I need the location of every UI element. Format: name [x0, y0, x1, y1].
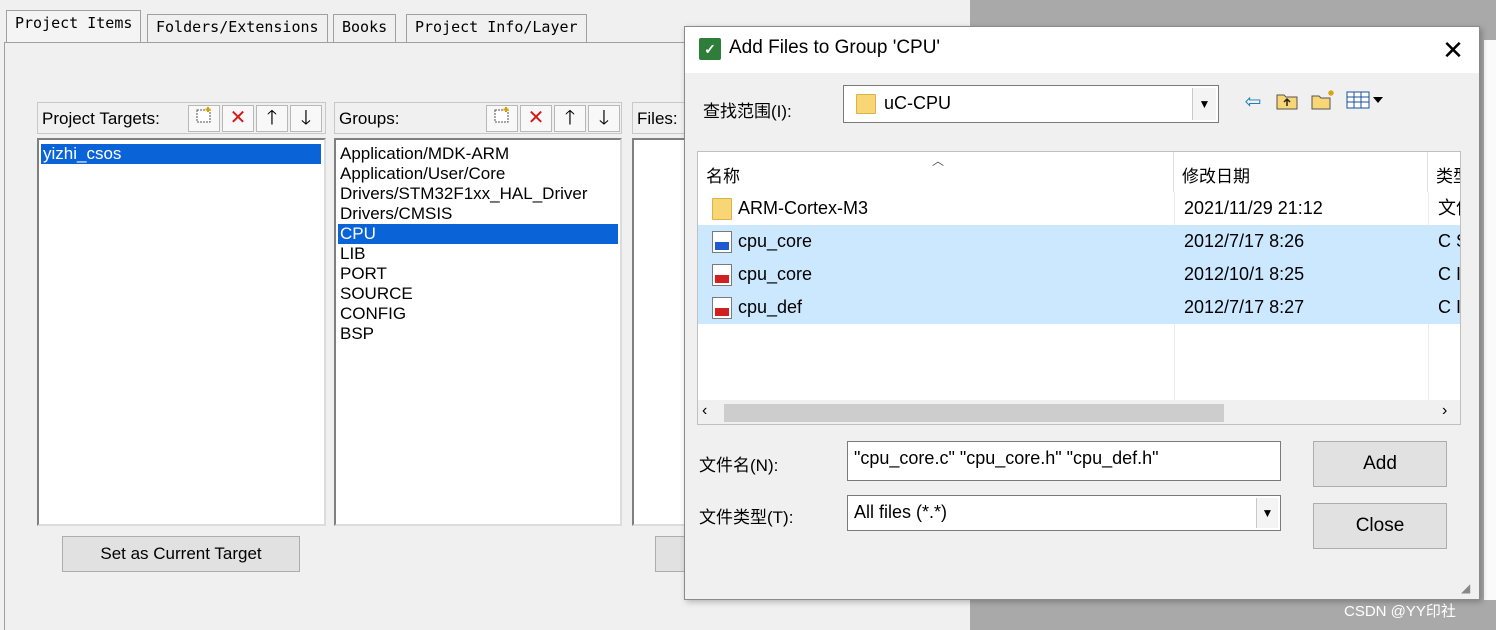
- group-item[interactable]: Application/MDK-ARM: [338, 144, 618, 164]
- column-type-header[interactable]: 类型: [1428, 152, 1460, 192]
- resize-grip-icon[interactable]: ◢: [1461, 581, 1470, 595]
- move-down-icon[interactable]: 🡓: [588, 105, 620, 132]
- file-type: 文件: [1438, 198, 1460, 218]
- sort-ascending-icon: ︿: [932, 154, 945, 168]
- file-type: C S: [1438, 231, 1460, 251]
- file-type: C I: [1438, 297, 1461, 317]
- group-item[interactable]: LIB: [338, 244, 618, 264]
- file-row-selected[interactable]: cpu_core 2012/10/1 8:25 C I: [698, 258, 1461, 291]
- file-row-selected[interactable]: cpu_core 2012/7/17 8:26 C S: [698, 225, 1460, 258]
- close-icon[interactable]: ✕: [1435, 33, 1471, 67]
- scroll-right-icon[interactable]: ›: [1442, 402, 1447, 420]
- add-files-dialog: ✓ Add Files to Group 'CPU' ✕ 查找范围(I): uC…: [684, 26, 1480, 600]
- group-item-selected[interactable]: CPU: [338, 224, 618, 244]
- targets-header-label: Project Targets:: [42, 109, 160, 128]
- column-date-header[interactable]: 修改日期: [1174, 152, 1428, 192]
- folder-icon: [856, 94, 876, 114]
- chevron-down-icon[interactable]: ▼: [1256, 498, 1278, 528]
- group-item[interactable]: PORT: [338, 264, 618, 284]
- file-name: cpu_def: [738, 297, 803, 317]
- file-name: ARM-Cortex-M3: [738, 198, 869, 218]
- delete-icon[interactable]: ✕: [520, 105, 552, 132]
- tab-project-items[interactable]: Project Items: [6, 10, 142, 43]
- column-name-label: 名称: [706, 167, 740, 186]
- files-header: Files:: [632, 102, 692, 134]
- c-file-icon: [712, 231, 732, 253]
- group-item[interactable]: Application/User/Core: [338, 164, 618, 184]
- group-item[interactable]: Drivers/STM32F1xx_HAL_Driver: [338, 184, 618, 204]
- group-item[interactable]: SOURCE: [338, 284, 618, 304]
- back-icon[interactable]: ⇦: [1239, 89, 1267, 115]
- move-down-icon[interactable]: 🡓: [290, 105, 322, 132]
- watermark: CSDN @YY印社: [1344, 603, 1456, 620]
- close-button[interactable]: Close: [1313, 503, 1447, 549]
- look-in-value: uC-CPU: [884, 93, 952, 113]
- add-button[interactable]: Add: [1313, 441, 1447, 487]
- group-item[interactable]: CONFIG: [338, 304, 618, 324]
- tab-folders-extensions[interactable]: Folders/Extensions: [147, 14, 328, 42]
- keil-icon: ✓: [699, 38, 721, 60]
- group-item[interactable]: Drivers/CMSIS: [338, 204, 618, 224]
- groups-list[interactable]: Application/MDK-ARM Application/User/Cor…: [334, 138, 622, 526]
- folder-icon: [712, 198, 732, 220]
- filetype-combo[interactable]: All files (*.*) ▼: [847, 495, 1281, 531]
- file-type: C I: [1438, 264, 1461, 284]
- column-date-label: 修改日期: [1182, 167, 1250, 186]
- filename-label: 文件名(N):: [699, 456, 779, 475]
- filetype-value: All files (*.*): [854, 502, 948, 522]
- target-item[interactable]: yizhi_csos: [41, 144, 321, 164]
- group-item[interactable]: BSP: [338, 324, 618, 344]
- file-date: 2012/10/1 8:25: [1184, 264, 1305, 284]
- filetype-label: 文件类型(T):: [699, 508, 794, 527]
- chevron-down-icon[interactable]: ▼: [1192, 88, 1216, 120]
- file-date: 2012/7/17 8:27: [1184, 297, 1305, 317]
- h-file-icon: [712, 297, 732, 319]
- file-date: 2021/11/29 21:12: [1184, 198, 1323, 218]
- dialog-titlebar[interactable]: ✓ Add Files to Group 'CPU' ✕: [685, 27, 1479, 73]
- file-row[interactable]: ARM-Cortex-M3 2021/11/29 21:12 文件: [698, 192, 1460, 225]
- dialog-title: Add Files to Group 'CPU': [729, 37, 941, 58]
- h-file-icon: [712, 264, 732, 286]
- tab-project-info[interactable]: Project Info/Layer: [406, 14, 587, 42]
- groups-header-label: Groups:: [339, 109, 400, 128]
- new-folder-icon[interactable]: [1309, 89, 1337, 115]
- targets-list[interactable]: yizhi_csos: [37, 138, 326, 526]
- file-name: cpu_core: [738, 264, 813, 284]
- move-up-icon[interactable]: 🡑: [256, 105, 288, 132]
- file-list[interactable]: 名称 ︿ 修改日期 类型 ARM-Cortex-M3 2021/11/29 21…: [697, 151, 1461, 425]
- scroll-left-icon[interactable]: ‹: [702, 402, 707, 420]
- tab-books[interactable]: Books: [333, 14, 397, 42]
- delete-icon[interactable]: ✕: [222, 105, 254, 132]
- filename-input[interactable]: "cpu_core.c" "cpu_core.h" "cpu_def.h": [847, 441, 1281, 481]
- look-in-combo[interactable]: uC-CPU ▼: [843, 85, 1219, 123]
- files-header-label: Files:: [637, 109, 678, 128]
- move-up-icon[interactable]: 🡑: [554, 105, 586, 132]
- background-window-edge: [1484, 40, 1496, 600]
- scrollbar-thumb[interactable]: [724, 404, 1224, 422]
- new-icon[interactable]: [188, 105, 220, 132]
- set-current-target-button[interactable]: Set as Current Target: [62, 536, 300, 572]
- column-type-label: 类型: [1436, 167, 1460, 186]
- file-row-selected[interactable]: cpu_def 2012/7/17 8:27 C I: [698, 291, 1461, 324]
- file-name: cpu_core: [738, 231, 813, 251]
- view-menu-icon[interactable]: [1345, 89, 1385, 115]
- up-folder-icon[interactable]: [1273, 89, 1301, 115]
- new-icon[interactable]: [486, 105, 518, 132]
- horizontal-scrollbar[interactable]: ‹ ›: [698, 400, 1460, 424]
- look-in-label: 查找范围(I):: [703, 102, 792, 121]
- files-list[interactable]: [632, 138, 692, 526]
- file-date: 2012/7/17 8:26: [1184, 231, 1305, 251]
